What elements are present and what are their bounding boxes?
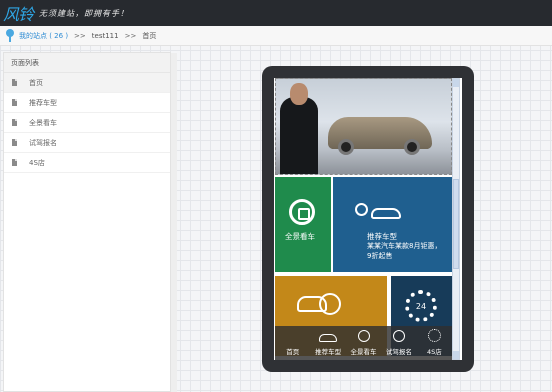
page-icon — [12, 99, 17, 106]
car-icon — [319, 334, 338, 342]
page-item-label: 全景看车 — [29, 118, 57, 127]
gear-24-icon: 24 — [405, 290, 437, 322]
brand-slogan: 无须建站，即拥有手！ — [39, 8, 130, 18]
page-item-label: 试驾报名 — [29, 138, 57, 147]
tab-label: 试驾报名 — [385, 348, 412, 356]
page-icon — [12, 139, 17, 146]
tab-panorama[interactable]: 全景看车 — [346, 326, 381, 360]
tab-recommended-models[interactable]: 推荐车型 — [310, 326, 345, 360]
brand-logo[interactable]: 风铃 — [3, 1, 34, 25]
car-check-icon — [297, 290, 341, 316]
breadcrumb-my-sites-link[interactable]: 我的站点 ( 26 ) — [19, 31, 68, 41]
tile-panorama[interactable]: 全景看车 — [275, 177, 331, 272]
breadcrumb-separator: >> — [124, 31, 137, 40]
page-item-label: 首页 — [29, 78, 43, 87]
banner-person — [280, 97, 318, 174]
page-icon — [12, 119, 17, 126]
page-icon — [12, 159, 17, 166]
page-item-label: 推荐车型 — [29, 98, 57, 107]
pin-car-icon — [355, 203, 405, 223]
breadcrumb-site-name[interactable]: test111 — [92, 32, 119, 40]
tile-panorama-label: 全景看车 — [285, 232, 315, 241]
scroll-up-arrow[interactable] — [453, 79, 459, 87]
page-icon — [12, 79, 17, 86]
phone-screen: 全景看车 推荐车型 某某汽车某款8月钜惠， 9折起售 24 首页 推荐车型 全景… — [274, 78, 462, 360]
sidebar-scrollbar[interactable] — [171, 53, 177, 392]
page-list-panel: 页面列表 首页 推荐车型 全景看车 试驾报名 4S店 — [3, 52, 177, 392]
refresh-icon — [357, 330, 370, 342]
tab-label: 全景看车 — [350, 348, 377, 356]
tab-label: 首页 — [286, 348, 300, 356]
home-icon — [286, 331, 300, 342]
phone-scrollbar[interactable] — [452, 78, 460, 360]
scroll-thumb[interactable] — [453, 179, 459, 269]
tab-home[interactable]: 首页 — [275, 326, 310, 360]
tab-label: 4S店 — [426, 348, 442, 356]
refresh-icon — [289, 199, 315, 225]
gear-icon — [427, 329, 441, 342]
page-item-4s-store[interactable]: 4S店 — [4, 153, 170, 173]
breadcrumb-current-page: 首页 — [142, 31, 157, 40]
tab-4s-store[interactable]: 4S店 — [417, 326, 452, 360]
banner-car-wheel — [338, 139, 354, 155]
page-item-label: 4S店 — [29, 158, 45, 167]
banner-car-wheel — [404, 139, 420, 155]
tile-recommended-desc2: 9折起售 — [367, 252, 393, 260]
page-item-test-drive[interactable]: 试驾报名 — [4, 133, 170, 153]
tab-label: 推荐车型 — [315, 348, 342, 356]
banner-image[interactable] — [275, 78, 452, 175]
bottom-tab-bar: 首页 推荐车型 全景看车 试驾报名 4S店 — [275, 326, 452, 360]
tile-recommended-desc: 某某汽车某款8月钜惠， — [367, 242, 442, 250]
banner-person-head — [290, 83, 308, 105]
page-item-home[interactable]: 首页 — [4, 73, 170, 93]
location-pin-icon — [5, 29, 15, 42]
page-list-title: 页面列表 — [4, 53, 170, 73]
tile-recommended-models[interactable]: 推荐车型 某某汽车某款8月钜惠， 9折起售 — [333, 177, 452, 272]
page-item-recommended-models[interactable]: 推荐车型 — [4, 93, 170, 113]
gear-24-text: 24 — [415, 301, 427, 311]
top-header: 风铃 无须建站，即拥有手！ — [0, 0, 552, 26]
page-item-panorama[interactable]: 全景看车 — [4, 113, 170, 133]
tab-test-drive[interactable]: 试驾报名 — [381, 326, 416, 360]
breadcrumb: 我的站点 ( 26 ) >> test111 >> 首页 — [0, 26, 552, 46]
phone-preview: 全景看车 推荐车型 某某汽车某款8月钜惠， 9折起售 24 首页 推荐车型 全景… — [262, 66, 474, 372]
breadcrumb-separator: >> — [74, 31, 86, 40]
scroll-down-arrow[interactable] — [453, 351, 459, 359]
car-check-icon — [392, 330, 405, 342]
